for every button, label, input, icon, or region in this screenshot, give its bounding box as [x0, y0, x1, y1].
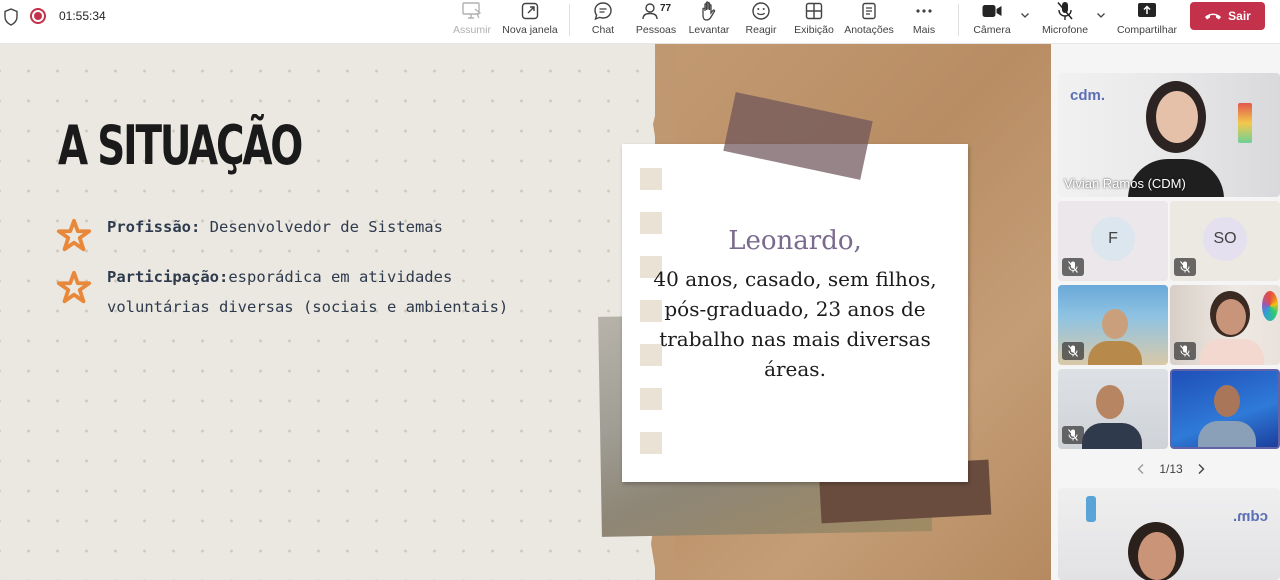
- participant-name-tag: Vivian Ramos (CDM): [1064, 176, 1186, 191]
- background-decoration: [1238, 103, 1252, 143]
- microfone-button[interactable]: Microfone: [1040, 0, 1090, 44]
- muted-mic-icon: [1062, 426, 1084, 444]
- participant-tile[interactable]: [1058, 285, 1168, 365]
- participant-face: [1156, 91, 1198, 143]
- notes-icon: [858, 0, 880, 22]
- people-icon: [639, 0, 661, 22]
- participant-face: [1138, 532, 1176, 580]
- background-decoration: [1086, 496, 1096, 522]
- bullet-label: Participação:: [107, 268, 229, 286]
- emoji-icon: [750, 0, 772, 22]
- chat-icon: [592, 0, 614, 22]
- nova-janela-button[interactable]: Nova janela: [500, 0, 560, 44]
- participants-pager: 1/13: [1136, 460, 1206, 478]
- slide-title: A SITUAÇÃO: [58, 114, 303, 177]
- chat-button[interactable]: Chat: [588, 0, 618, 44]
- compartilhar-label: Compartilhar: [1116, 24, 1178, 36]
- pessoas-label: Pessoas: [635, 24, 677, 36]
- anotacoes-button[interactable]: Anotações: [844, 0, 894, 44]
- participant-avatar: SO: [1203, 217, 1247, 261]
- take-control-icon: [461, 0, 483, 22]
- cdm-logo-mirrored: cdm.: [1232, 508, 1268, 525]
- raise-hand-icon: [698, 0, 720, 22]
- participant-face: [1096, 385, 1124, 419]
- assumir-button[interactable]: Assumir: [452, 0, 492, 44]
- note-person-description: 40 anos, casado, sem filhos, pós-graduad…: [653, 267, 937, 381]
- pager-text: 1/13: [1159, 462, 1183, 476]
- hang-up-phone-icon: [1205, 13, 1222, 20]
- reagir-label: Reagir: [745, 24, 777, 36]
- bullet-label: Profissão:: [107, 218, 201, 236]
- featured-participant-tile[interactable]: cdm. Vivian Ramos (CDM): [1058, 73, 1280, 197]
- muted-mic-icon: [1062, 342, 1084, 360]
- shared-presentation-slide: A SITUAÇÃO Profissão: Desenvolvedor de S…: [0, 44, 1051, 580]
- participant-body: [1200, 339, 1264, 365]
- levantar-label: Levantar: [688, 24, 730, 36]
- participant-tile[interactable]: [1170, 285, 1280, 365]
- video-camera-icon: [981, 0, 1003, 22]
- self-view-tile[interactable]: cdm.: [1058, 488, 1280, 580]
- participant-tile-active-speaker[interactable]: [1170, 369, 1280, 449]
- participant-tile[interactable]: [1058, 369, 1168, 449]
- muted-mic-icon: [1062, 258, 1084, 276]
- mais-button[interactable]: Mais: [909, 0, 939, 44]
- camera-button[interactable]: Câmera: [972, 0, 1012, 44]
- note-person-name: Leonardo,: [728, 226, 862, 256]
- exibicao-label: Exibição: [794, 24, 834, 36]
- meeting-toolbar: 01:55:34 Assumir Nova janela Chat Pessoa…: [0, 0, 1280, 44]
- participant-tile[interactable]: SO: [1170, 201, 1280, 281]
- cdm-logo: cdm.: [1070, 87, 1106, 104]
- assumir-label: Assumir: [453, 24, 491, 36]
- orange-star-bullet-icon: [56, 218, 92, 252]
- participant-count-badge: 77: [660, 3, 672, 14]
- participant-body: [1082, 423, 1142, 449]
- meeting-timer: 01:55:34: [59, 9, 106, 23]
- exibicao-button[interactable]: Exibição: [794, 0, 834, 44]
- chevron-left-icon[interactable]: [1136, 463, 1146, 475]
- microphone-muted-icon: [1054, 0, 1076, 22]
- grid-view-icon: [803, 0, 825, 22]
- share-screen-icon: [1136, 0, 1158, 22]
- compartilhar-button[interactable]: Compartilhar: [1116, 0, 1178, 44]
- more-dots-icon: [913, 0, 935, 22]
- recording-indicator-icon: [30, 8, 46, 24]
- participant-tile[interactable]: F: [1058, 201, 1168, 281]
- participant-face: [1102, 309, 1128, 339]
- mais-label: Mais: [912, 24, 936, 36]
- mic-options-chevron-down-icon[interactable]: [1096, 10, 1106, 20]
- nova-janela-label: Nova janela: [502, 24, 558, 36]
- chevron-right-icon[interactable]: [1196, 463, 1206, 475]
- leave-meeting-button[interactable]: Sair: [1190, 2, 1265, 30]
- chat-label: Chat: [591, 24, 615, 36]
- bullet-text: Desenvolvedor de Sistemas: [200, 218, 443, 236]
- muted-mic-icon: [1174, 258, 1196, 276]
- reagir-button[interactable]: Reagir: [744, 0, 778, 44]
- orange-star-bullet-icon: [56, 270, 92, 304]
- sair-label: Sair: [1228, 9, 1251, 23]
- camera-options-chevron-down-icon[interactable]: [1020, 10, 1030, 20]
- binder-hole: [640, 168, 662, 190]
- muted-mic-icon: [1174, 342, 1196, 360]
- toolbar-divider: [569, 4, 570, 36]
- binder-hole: [640, 388, 662, 410]
- camera-label: Câmera: [973, 24, 1011, 36]
- participant-avatar: F: [1091, 217, 1135, 261]
- participant-body: [1088, 341, 1142, 365]
- anotacoes-label: Anotações: [844, 24, 894, 36]
- shield-icon: [4, 8, 18, 26]
- toolbar-divider: [958, 4, 959, 36]
- notebook-paper-note: Leonardo, 40 anos, casado, sem filhos, p…: [622, 144, 968, 482]
- pop-out-icon: [519, 0, 541, 22]
- participant-face: [1216, 299, 1246, 335]
- participant-body: [1198, 421, 1256, 447]
- levantar-mao-button[interactable]: Levantar: [688, 0, 730, 44]
- binder-hole: [640, 432, 662, 454]
- microfone-label: Microfone: [1041, 24, 1089, 36]
- background-decoration: [1262, 291, 1278, 321]
- participant-face: [1214, 385, 1240, 417]
